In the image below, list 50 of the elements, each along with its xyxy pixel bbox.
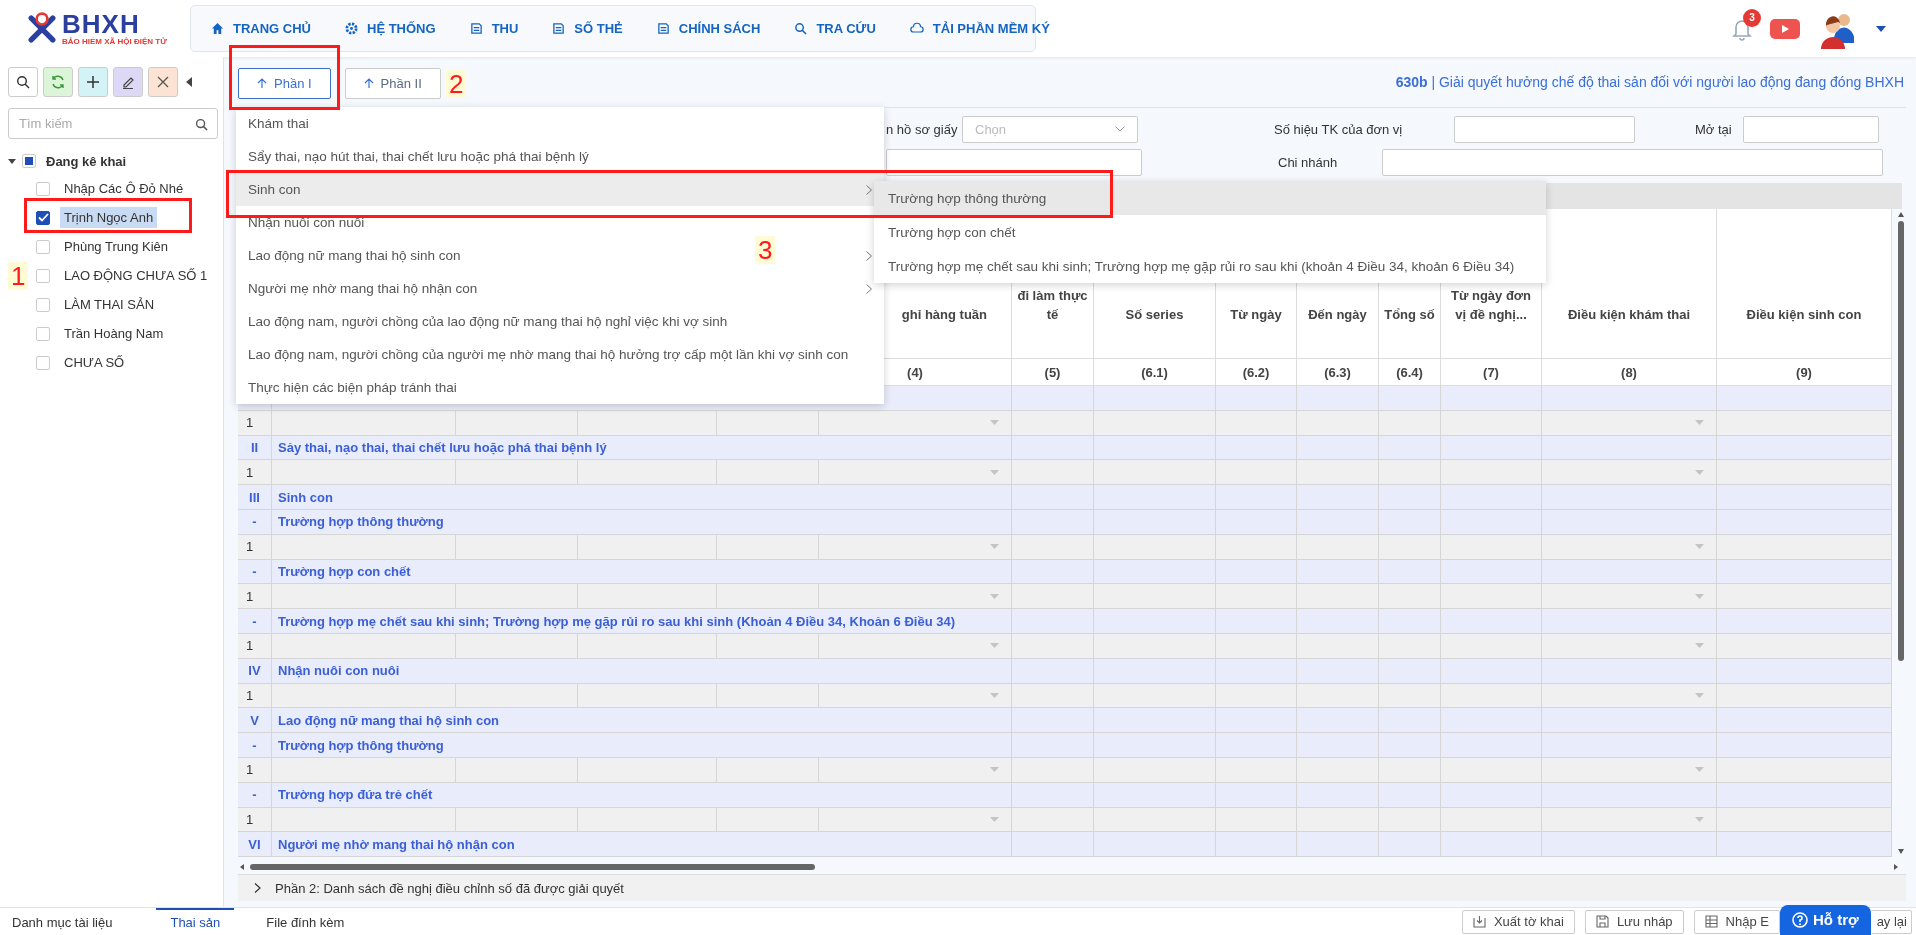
section-title-cell: Người mẹ nhờ mang thai hộ nhận con xyxy=(272,832,1012,858)
section-title: Phần 2: Danh sách đề nghị điều chỉnh số đã được giải quyết xyxy=(275,880,624,896)
column-header: Điều kiện khám thai xyxy=(1542,209,1717,359)
row-number-cell: 1 xyxy=(238,757,272,783)
section-title-cell: Sảy thai, nạo thai, thai chết lưu hoặc phá thai bệnh lý xyxy=(272,435,1012,461)
column-number: (8) xyxy=(1542,359,1717,386)
field-label: Mở tại xyxy=(1695,121,1733,137)
section-index-cell: III xyxy=(238,485,272,510)
section-title-cell: Trường hợp thông thường xyxy=(272,510,1012,535)
column-number: (6.1) xyxy=(1094,359,1216,386)
callout-number-tooltip: 3 xyxy=(755,236,776,264)
section-index-cell: VI xyxy=(238,832,272,858)
row-number-cell: 1 xyxy=(238,534,272,560)
section-title-cell: Trường hợp con chết xyxy=(272,559,1012,585)
section-title-cell: Sinh con xyxy=(272,485,1012,510)
notification-badge: 3 xyxy=(1743,8,1761,27)
column-number: (6.3) xyxy=(1297,359,1379,386)
logo-subtitle: BẢO HIỂM XÃ HỘI ĐIỆN TỬ xyxy=(62,36,167,47)
column-number: (6.2) xyxy=(1216,359,1297,386)
section-index-cell: - xyxy=(238,609,272,634)
section-index-cell: - xyxy=(238,559,272,585)
section-title-cell: Trường hợp mẹ chết sau khi sinh; Trường hợp mẹ gặp rủi ro sau khi sinh (Khoản 4 Điều 34, Khoản 6 Điều 34) xyxy=(272,609,1012,634)
section-index-cell: IV xyxy=(238,658,272,684)
field-label: Chi nhánh xyxy=(1278,154,1339,170)
section-title-cell: Lao động nữ mang thai hộ sinh con xyxy=(272,708,1012,734)
column-header: Điều kiện sinh con xyxy=(1717,209,1892,359)
row-number-cell: 1 xyxy=(238,807,272,833)
column-number: (6.4) xyxy=(1379,359,1441,386)
section-index-cell: - xyxy=(238,733,272,758)
field-label: Số hiệu TK của đơn vị xyxy=(1274,121,1404,137)
section-index-cell: V xyxy=(238,708,272,734)
section-title-cell: Trường hợp đứa trẻ chết xyxy=(272,782,1012,808)
field-label: n hồ sơ giấy xyxy=(886,121,959,137)
column-number: (7) xyxy=(1441,359,1542,386)
section-index-cell: II xyxy=(238,435,272,461)
form-title: 630b | Giải quyết hưởng chế độ thai sản đối với người lao động đang đóng BHXH xyxy=(1395,74,1905,90)
column-number: (9) xyxy=(1717,359,1892,386)
callout-number-tooltip: 1 xyxy=(8,262,29,290)
section-index-cell: - xyxy=(238,510,272,535)
row-number-cell: 1 xyxy=(238,683,272,709)
row-number-cell: 1 xyxy=(238,410,272,436)
section-title-cell: Nhận nuôi con nuôi xyxy=(272,658,1012,684)
callout-number-tooltip: 2 xyxy=(446,70,467,98)
section-title-cell: Trường hợp thông thường xyxy=(272,733,1012,758)
logo-title: BHXH xyxy=(62,10,140,37)
row-number-cell: 1 xyxy=(238,584,272,610)
row-number-cell: 1 xyxy=(238,633,272,659)
section-index-cell: - xyxy=(238,782,272,808)
row-number-cell: 1 xyxy=(238,460,272,486)
column-number: (5) xyxy=(1012,359,1094,386)
